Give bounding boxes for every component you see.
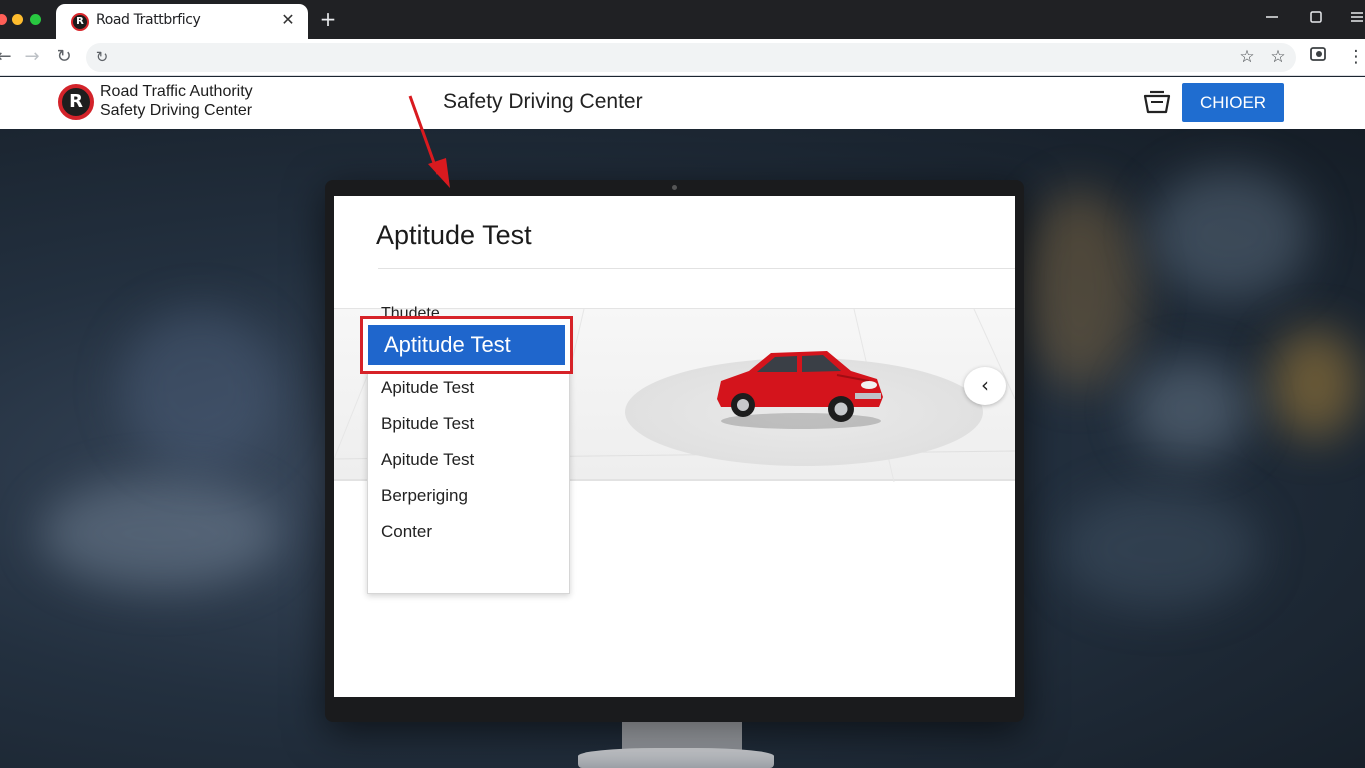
monitor: Aptitude Test ‹ Thudete Aptitude Test Ap… [325, 180, 1024, 722]
back-arrow-icon[interactable]: ← [0, 45, 16, 69]
forward-arrow-icon[interactable]: → [20, 45, 44, 69]
reload-icon[interactable]: ↻ [52, 45, 76, 69]
page-heading: Aptitude Test [376, 220, 532, 250]
browser-tab[interactable]: R Road Trattbrficy ✕ [56, 4, 308, 39]
dropdown-option[interactable]: Apitude Test [381, 376, 561, 400]
tab-title: Road Trattbrficy [96, 12, 201, 28]
selected-option-highlight: Aptitude Test [360, 316, 573, 374]
reload-small-icon[interactable]: ↻ [92, 47, 112, 67]
logo-text-line1: Road Traffic Authority [100, 83, 253, 100]
red-car-image [717, 351, 883, 429]
logo-text-line2: Safety Driving Center [100, 102, 253, 119]
address-bar[interactable]: ↻ [86, 43, 1296, 72]
authority-logo-icon[interactable]: R [58, 84, 94, 120]
tab-favicon-icon: R [71, 13, 89, 31]
monitor-stand-base [578, 748, 774, 768]
dropdown-option[interactable]: Berperiging [381, 484, 561, 508]
dropdown-option[interactable]: Bpitude Test [381, 412, 561, 436]
cta-button[interactable]: CHIOER [1182, 83, 1284, 122]
minimize-icon[interactable] [1261, 8, 1283, 30]
monitor-screen: Aptitude Test ‹ Thudete Aptitude Test Ap… [334, 196, 1015, 697]
zoom-window-dot[interactable] [30, 14, 41, 25]
heading-divider [378, 268, 1015, 269]
dropdown-option-selected[interactable]: Aptitude Test [368, 325, 565, 365]
kebab-menu-icon[interactable]: ⋮ [1344, 45, 1365, 69]
close-window-dot[interactable] [0, 14, 7, 25]
bookmark-star-icon[interactable]: ☆ [1235, 45, 1259, 69]
annotation-arrow-icon [408, 95, 450, 188]
dropdown-option[interactable]: Apitude Test [381, 448, 561, 472]
menu-icon[interactable] [1346, 8, 1365, 30]
webcam-icon [672, 185, 677, 190]
new-tab-button[interactable]: + [318, 9, 338, 29]
tab-close-icon[interactable]: ✕ [278, 10, 298, 30]
favorites-star-icon[interactable]: ☆ [1266, 45, 1290, 69]
basket-icon[interactable] [1142, 89, 1172, 115]
dropdown-option[interactable]: Conter [381, 520, 561, 544]
carousel-prev-chevron-icon[interactable]: ‹ [964, 367, 1006, 405]
site-title: Safety Driving Center [443, 90, 643, 113]
extensions-icon[interactable] [1306, 45, 1330, 69]
minimize-window-dot[interactable] [12, 14, 23, 25]
site-header: R Road Traffic Authority Safety Driving … [0, 77, 1365, 129]
restore-icon[interactable] [1305, 8, 1327, 30]
browser-toolbar: ← → ↻ ↻ ☆ ☆ ⋮ [0, 39, 1365, 76]
browser-tab-bar: R Road Trattbrficy ✕ + [0, 0, 1365, 39]
